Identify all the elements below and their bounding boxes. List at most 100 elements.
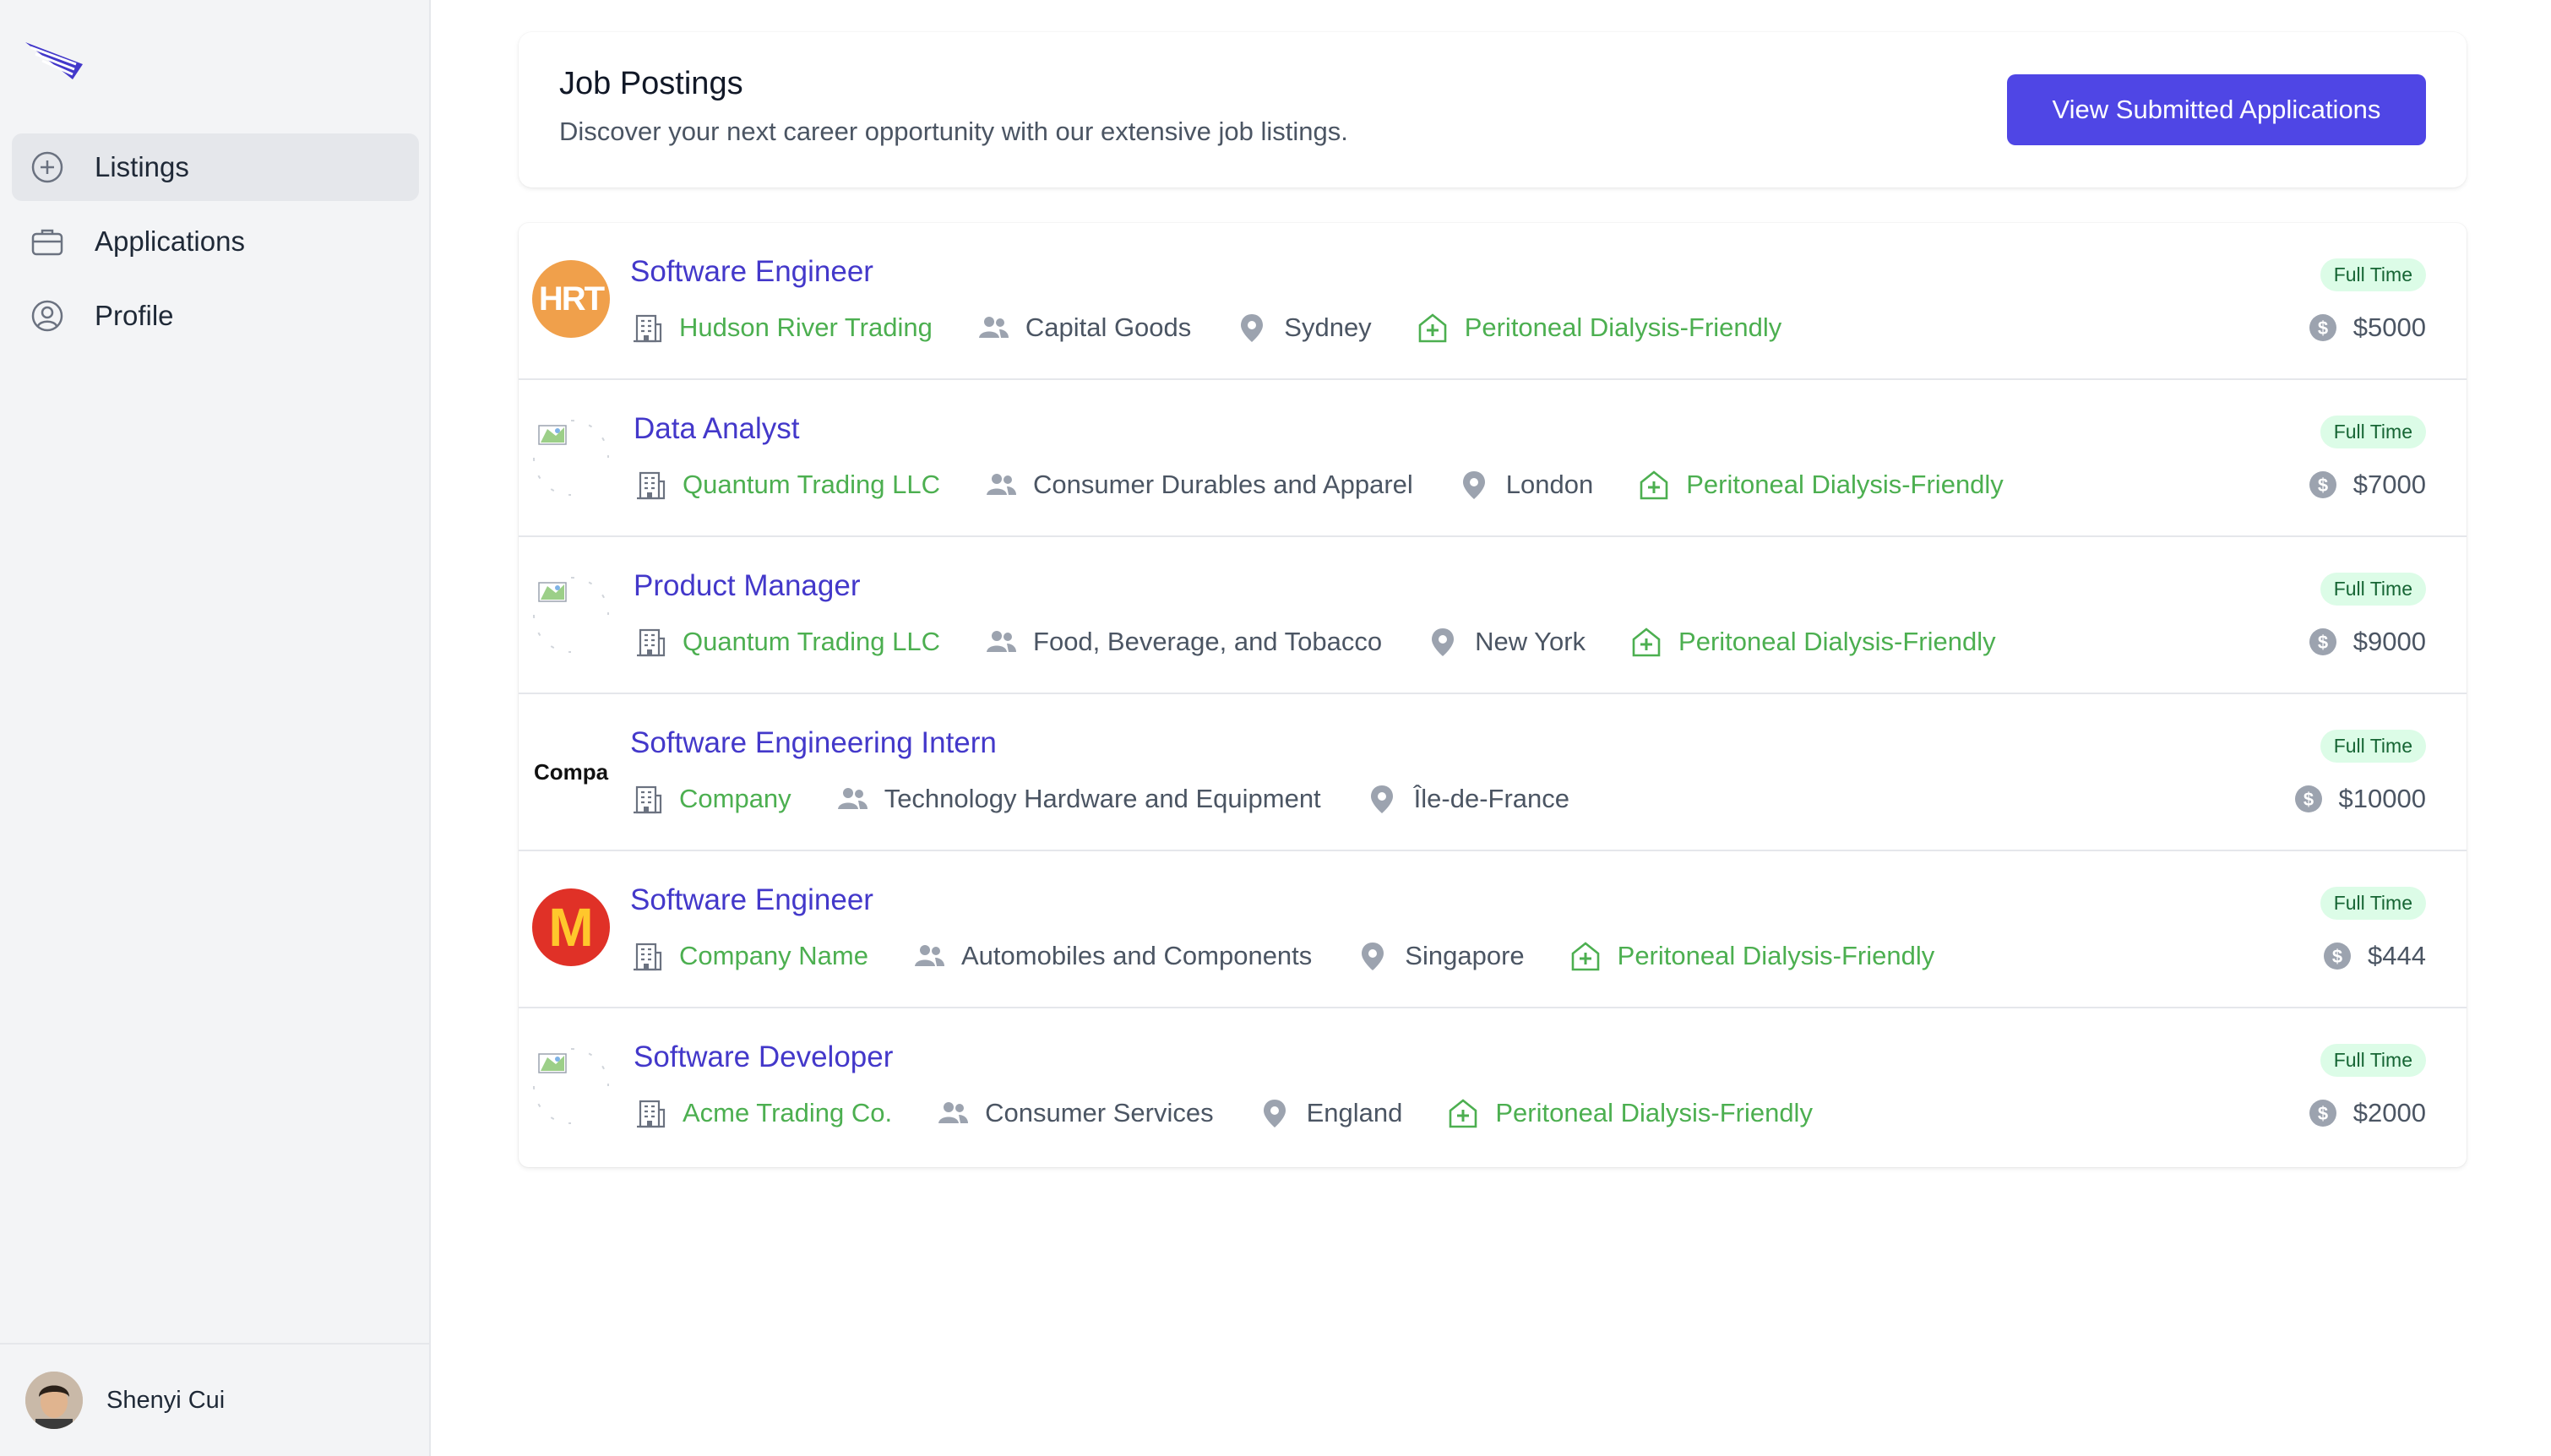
- salary: $ $5000: [2306, 311, 2426, 345]
- location-name: Sydney: [1284, 312, 1372, 342]
- location-name: London: [1505, 470, 1594, 499]
- job-row[interactable]: Data Analyst Quantum Trading LLC Consume…: [519, 380, 2467, 537]
- location: London: [1457, 468, 1593, 502]
- job-title[interactable]: Software Engineer: [630, 883, 873, 917]
- company-logo: Compa: [532, 731, 610, 812]
- users-icon: [976, 311, 1010, 345]
- job-row[interactable]: Software Developer Acme Trading Co. Cons…: [519, 1008, 2467, 1165]
- job-title[interactable]: Data Analyst: [634, 412, 800, 446]
- company-name: Company: [679, 784, 791, 813]
- view-submitted-applications-button[interactable]: View Submitted Applications: [2007, 74, 2426, 145]
- job-title[interactable]: Software Engineering Intern: [630, 726, 997, 760]
- users-icon: [984, 625, 1018, 659]
- job-title[interactable]: Software Developer: [634, 1040, 893, 1074]
- salary: $ $9000: [2306, 625, 2426, 659]
- salary-value: $2000: [2352, 1098, 2426, 1127]
- salary-value: $5000: [2352, 312, 2426, 342]
- sidebar-item-applications[interactable]: Applications: [12, 208, 419, 275]
- plus-circle-icon: [29, 149, 66, 186]
- industry: Food, Beverage, and Tobacco: [984, 625, 1382, 659]
- company: Company: [630, 782, 791, 816]
- dollar-circle-icon: $: [2320, 939, 2354, 973]
- building-icon: [634, 468, 667, 502]
- sidebar-item-label: Applications: [95, 225, 245, 257]
- company: Quantum Trading LLC: [634, 625, 940, 659]
- location: Sydney: [1235, 311, 1372, 345]
- medical-house-icon: [1569, 939, 1602, 973]
- job-list: HRT Software Engineer Hudson River Tradi…: [519, 223, 2467, 1167]
- job-meta: Company Name Automobiles and Components …: [630, 939, 1978, 973]
- sidebar-item-listings[interactable]: Listings: [12, 133, 419, 201]
- pd-friendly: Peritoneal Dialysis-Friendly: [1637, 468, 2004, 502]
- pd-label: Peritoneal Dialysis-Friendly: [1686, 470, 2004, 499]
- job-title[interactable]: Product Manager: [634, 569, 860, 603]
- svg-text:$: $: [2318, 318, 2328, 339]
- briefcase-icon: [29, 223, 66, 260]
- company: Quantum Trading LLC: [634, 468, 940, 502]
- users-icon: [936, 1096, 970, 1130]
- company-name: Company Name: [679, 941, 868, 970]
- medical-house-icon: [1446, 1096, 1480, 1130]
- company: Acme Trading Co.: [634, 1096, 892, 1130]
- medical-house-icon: [1629, 625, 1663, 659]
- pd-label: Peritoneal Dialysis-Friendly: [1464, 312, 1782, 342]
- building-icon: [630, 782, 664, 816]
- industry: Consumer Services: [936, 1096, 1214, 1130]
- user-name: Shenyi Cui: [106, 1386, 226, 1414]
- user-circle-icon: [29, 297, 66, 334]
- company-logo-text: HRT: [538, 280, 605, 318]
- industry: Consumer Durables and Apparel: [984, 468, 1413, 502]
- dollar-circle-icon: $: [2292, 782, 2325, 816]
- job-meta: Quantum Trading LLC Food, Beverage, and …: [634, 625, 2040, 659]
- company-name: Quantum Trading LLC: [683, 627, 941, 656]
- job-type-badge: Full Time: [2320, 887, 2426, 920]
- broken-image-icon: [532, 574, 610, 655]
- sidebar-item-label: Listings: [95, 151, 189, 182]
- job-row[interactable]: M Software Engineer Company Name Automob…: [519, 851, 2467, 1008]
- job-row[interactable]: Product Manager Quantum Trading LLC Food…: [519, 537, 2467, 694]
- company-logo: HRT: [532, 260, 610, 341]
- avatar: [25, 1372, 83, 1429]
- users-icon: [984, 468, 1018, 502]
- pd-friendly: Peritoneal Dialysis-Friendly: [1416, 311, 1782, 345]
- job-type-badge: Full Time: [2320, 730, 2426, 763]
- job-meta: Company Technology Hardware and Equipmen…: [630, 782, 1613, 816]
- broken-image-icon: [532, 417, 610, 498]
- app-logo-icon[interactable]: [24, 39, 84, 83]
- industry-name: Capital Goods: [1025, 312, 1192, 342]
- building-icon: [630, 311, 664, 345]
- company-name: Acme Trading Co.: [683, 1098, 893, 1127]
- location: England: [1258, 1096, 1403, 1130]
- building-icon: [634, 1096, 667, 1130]
- salary: $ $2000: [2306, 1096, 2426, 1130]
- industry-name: Consumer Services: [985, 1098, 1214, 1127]
- svg-text:$: $: [2318, 632, 2328, 653]
- company: Company Name: [630, 939, 868, 973]
- job-meta: Acme Trading Co. Consumer Services Engla…: [634, 1096, 1857, 1130]
- svg-text:$: $: [2318, 475, 2328, 496]
- job-type-badge: Full Time: [2320, 1044, 2426, 1077]
- map-pin-icon: [1426, 625, 1460, 659]
- pd-friendly: Peritoneal Dialysis-Friendly: [1569, 939, 1935, 973]
- job-type-badge: Full Time: [2320, 258, 2426, 291]
- medical-house-icon: [1416, 311, 1450, 345]
- industry-name: Automobiles and Components: [960, 941, 1313, 970]
- sidebar: Listings Applications Profile Shenyi Cui: [0, 0, 431, 1456]
- location-name: England: [1306, 1098, 1403, 1127]
- pd-friendly: Peritoneal Dialysis-Friendly: [1629, 625, 1996, 659]
- page-header: Job Postings Discover your next career o…: [519, 32, 2467, 187]
- map-pin-icon: [1365, 782, 1399, 816]
- map-pin-icon: [1235, 311, 1269, 345]
- sidebar-item-profile[interactable]: Profile: [12, 282, 419, 350]
- job-row[interactable]: HRT Software Engineer Hudson River Tradi…: [519, 223, 2467, 380]
- industry: Automobiles and Components: [912, 939, 1312, 973]
- user-menu[interactable]: Shenyi Cui: [0, 1343, 429, 1456]
- building-icon: [634, 625, 667, 659]
- job-meta: Hudson River Trading Capital Goods Sydne…: [630, 311, 1825, 345]
- job-row[interactable]: Compa Software Engineering Intern Compan…: [519, 694, 2467, 851]
- sidebar-item-label: Profile: [95, 300, 174, 331]
- job-title[interactable]: Software Engineer: [630, 255, 873, 289]
- location: Singapore: [1356, 939, 1525, 973]
- pd-label: Peritoneal Dialysis-Friendly: [1617, 941, 1935, 970]
- building-icon: [630, 939, 664, 973]
